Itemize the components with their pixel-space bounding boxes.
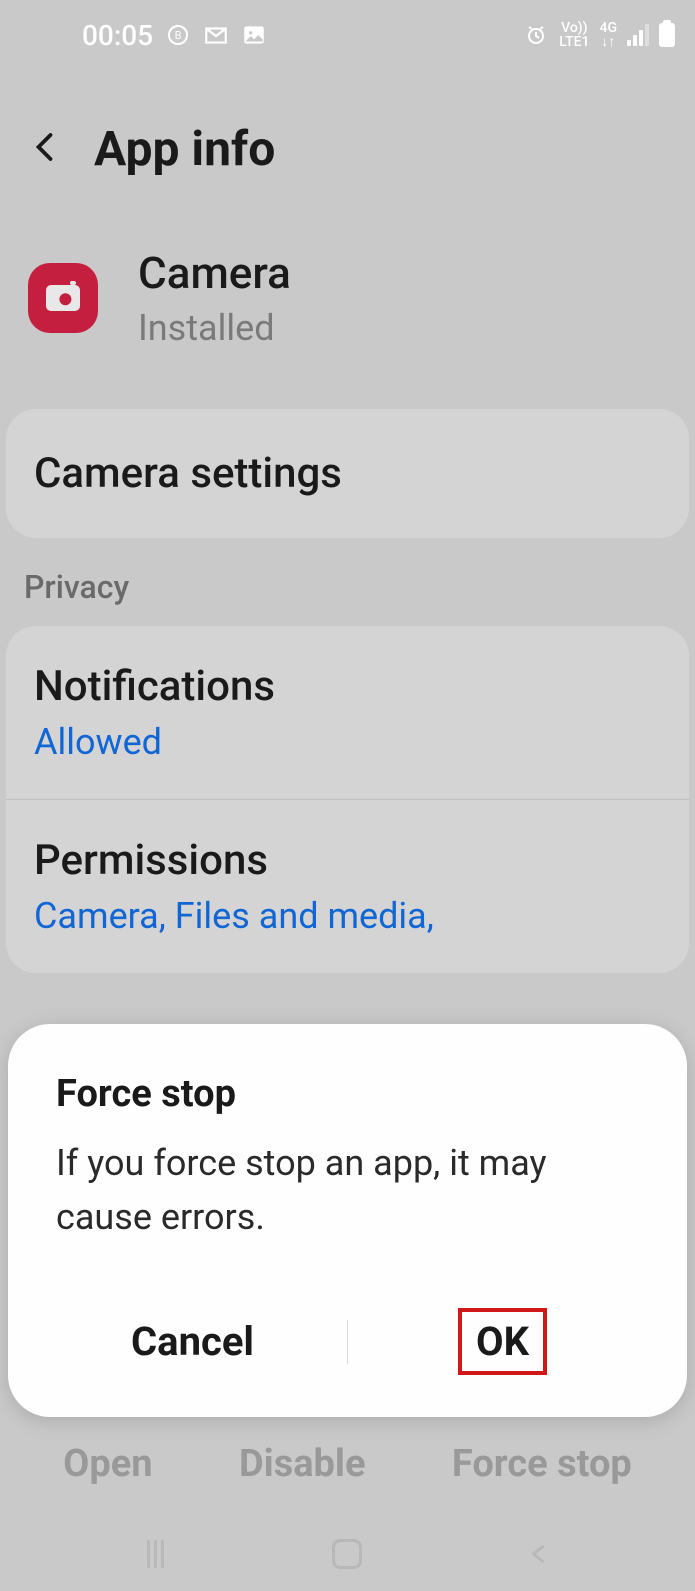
nav-bar bbox=[0, 1516, 695, 1591]
dialog-title: Force stop bbox=[8, 1072, 687, 1116]
cancel-button[interactable]: Cancel bbox=[38, 1304, 347, 1379]
ok-highlight: OK bbox=[458, 1308, 547, 1375]
nav-back-button[interactable] bbox=[519, 1534, 559, 1574]
dialog-buttons: Cancel OK bbox=[8, 1294, 687, 1389]
dialog-message: If you force stop an app, it may cause e… bbox=[8, 1136, 687, 1244]
force-stop-dialog: Force stop If you force stop an app, it … bbox=[8, 1024, 687, 1417]
nav-home-button[interactable] bbox=[327, 1534, 367, 1574]
ok-button[interactable]: OK bbox=[348, 1294, 657, 1389]
nav-recent-button[interactable] bbox=[136, 1534, 176, 1574]
dialog-overlay: Force stop If you force stop an app, it … bbox=[0, 0, 695, 1591]
